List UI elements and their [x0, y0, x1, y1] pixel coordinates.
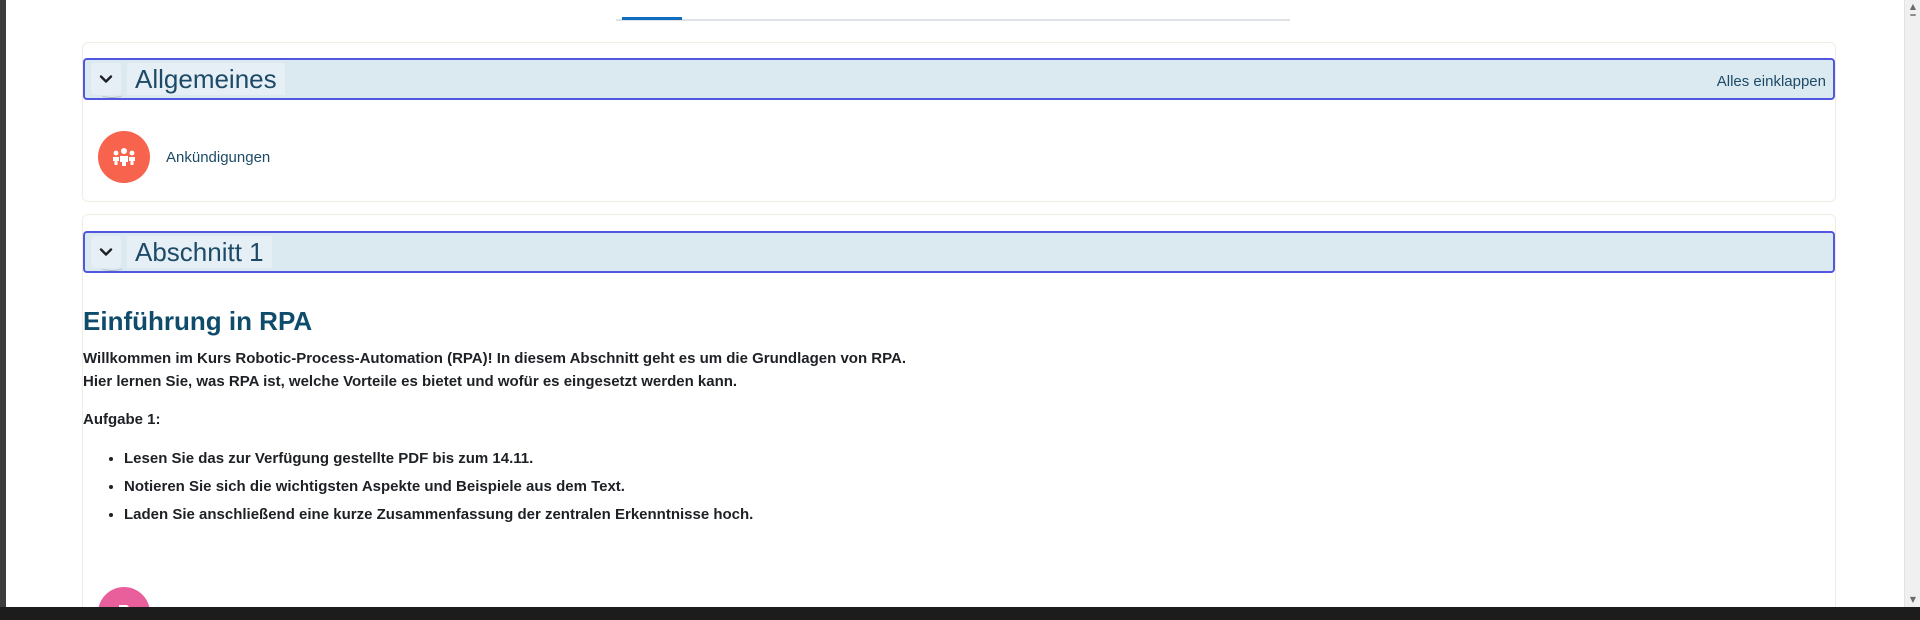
section-1-header[interactable]: Abschnitt 1 [83, 231, 1835, 273]
chevron-down-icon [99, 75, 113, 83]
tab-underline [616, 19, 1290, 21]
people-icon [113, 148, 135, 166]
collapse-section-button[interactable] [91, 236, 123, 271]
scroll-up-arrow-icon[interactable]: ▲ [1908, 2, 1918, 12]
activity-announcements[interactable]: Ankündigungen [98, 131, 270, 183]
section-1-summary: Einführung in RPA Willkommen im Kurs Rob… [83, 305, 1483, 533]
window-bottom-bar [0, 607, 1920, 620]
chevron-down-icon [99, 248, 113, 256]
scroll-thumb[interactable] [1910, 14, 1916, 16]
task-label: Aufgabe 1: [83, 411, 161, 428]
intro-text: Willkommen im Kurs Robotic-Process-Autom… [83, 347, 1483, 393]
section-heading: Einführung in RPA [83, 306, 313, 336]
chevron-arc-decoration [101, 265, 123, 271]
course-page: Allgemeines Alles einklappen Ankündigung… [6, 0, 1904, 607]
list-item: Notieren Sie sich die wichtigsten Aspekt… [124, 477, 1483, 497]
assignment-icon[interactable] [98, 587, 150, 607]
intro-line: Willkommen im Kurs Robotic-Process-Autom… [83, 350, 907, 367]
section-general-header[interactable]: Allgemeines Alles einklappen [83, 58, 1835, 100]
activity-next-partial[interactable] [98, 587, 150, 607]
section-title[interactable]: Allgemeines [127, 63, 285, 95]
collapse-section-button[interactable] [91, 63, 123, 98]
vertical-scrollbar[interactable]: ▲ ▼ [1904, 0, 1920, 607]
forum-people-icon[interactable] [98, 131, 150, 183]
list-item: Lesen Sie das zur Verfügung gestellte PD… [124, 449, 1483, 469]
tab-active-indicator[interactable] [622, 17, 682, 20]
list-item: Laden Sie anschließend eine kurze Zusamm… [124, 505, 1483, 525]
collapse-all-link[interactable]: Alles einklappen [1717, 73, 1826, 90]
scroll-down-arrow-icon[interactable]: ▼ [1908, 595, 1918, 605]
section-title[interactable]: Abschnitt 1 [127, 236, 272, 268]
activity-link-announcements[interactable]: Ankündigungen [166, 149, 270, 166]
intro-line: Hier lernen Sie, was RPA ist, welche Vor… [83, 373, 738, 390]
task-list: Lesen Sie das zur Verfügung gestellte PD… [83, 449, 1483, 525]
chevron-arc-decoration [101, 92, 123, 98]
